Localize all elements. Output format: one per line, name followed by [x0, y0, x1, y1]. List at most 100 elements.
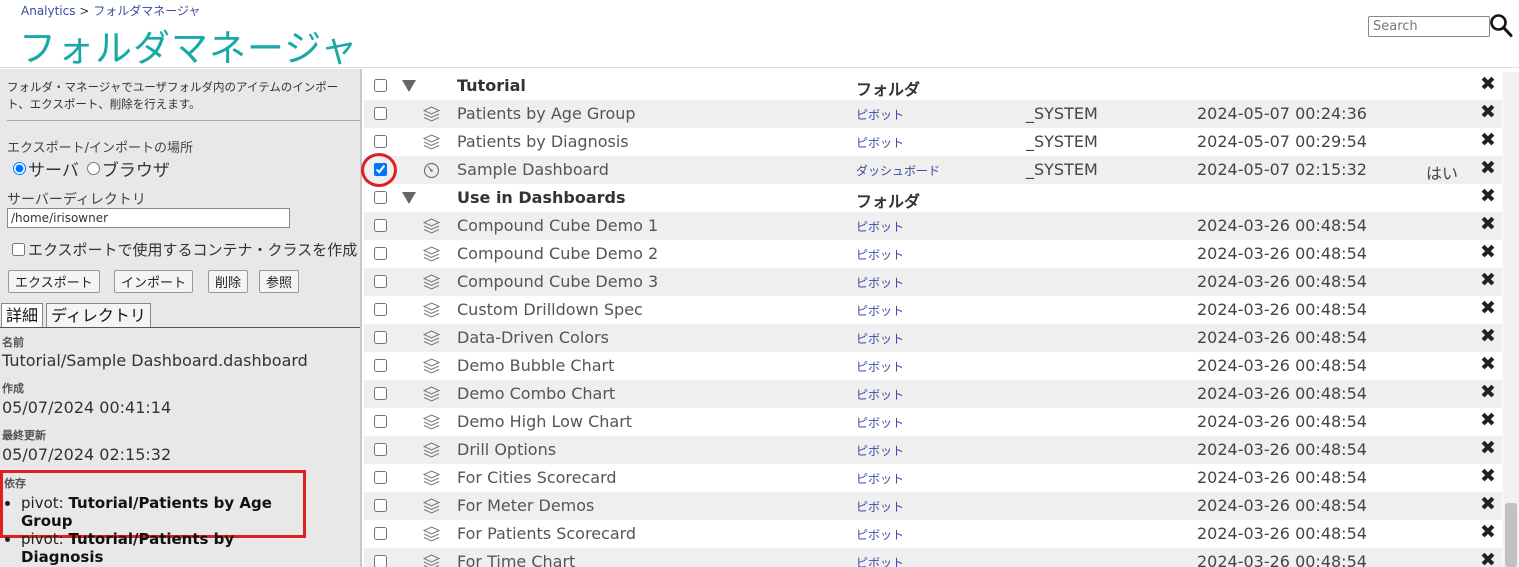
- row-checkbox[interactable]: [374, 415, 387, 428]
- tab-details[interactable]: 詳細: [1, 303, 44, 327]
- scrollbar-thumb[interactable]: [1505, 503, 1517, 567]
- radio-server[interactable]: [13, 162, 26, 175]
- item-name[interactable]: Sample Dashboard: [457, 160, 609, 179]
- item-name[interactable]: Patients by Age Group: [457, 104, 636, 123]
- breadcrumb-analytics-link[interactable]: Analytics: [21, 4, 76, 18]
- close-icon[interactable]: ✖: [1480, 521, 1496, 543]
- item-name[interactable]: Demo High Low Chart: [457, 412, 632, 431]
- item-row[interactable]: Demo Combo Chart ピボット 2024-03-26 00:48:54 ✖: [364, 380, 1502, 408]
- folder-row[interactable]: Use in Dashboards フォルダ ✖: [364, 184, 1502, 212]
- item-row[interactable]: Patients by Age Group ピボット _SYSTEM 2024-05-…: [364, 100, 1502, 128]
- row-checkbox[interactable]: [374, 471, 387, 484]
- item-name[interactable]: Compound Cube Demo 2: [457, 244, 658, 263]
- item-name[interactable]: Patients by Diagnosis: [457, 132, 629, 151]
- row-checkbox[interactable]: [374, 247, 387, 260]
- close-icon[interactable]: ✖: [1480, 381, 1496, 403]
- cube-stack-icon: [422, 470, 441, 486]
- tab-directory[interactable]: ディレクトリ: [46, 303, 151, 327]
- row-checkbox[interactable]: [374, 499, 387, 512]
- close-icon[interactable]: ✖: [1480, 493, 1496, 515]
- close-icon[interactable]: ✖: [1480, 437, 1496, 459]
- item-name[interactable]: Custom Drilldown Spec: [457, 300, 643, 319]
- item-row[interactable]: Demo Bubble Chart ピボット 2024-03-26 00:48:54…: [364, 352, 1502, 380]
- row-checkbox[interactable]: [374, 555, 387, 567]
- close-icon[interactable]: ✖: [1480, 549, 1496, 567]
- row-checkbox[interactable]: [374, 191, 387, 204]
- row-checkbox[interactable]: [374, 163, 387, 176]
- radio-server-label: サーバ: [28, 161, 79, 181]
- item-name[interactable]: Demo Bubble Chart: [457, 356, 614, 375]
- item-name[interactable]: Tutorial: [457, 76, 526, 95]
- item-name[interactable]: Drill Options: [457, 440, 556, 459]
- import-button[interactable]: インポート: [114, 270, 194, 293]
- close-icon[interactable]: ✖: [1480, 241, 1496, 263]
- cube-stack-icon: [422, 386, 441, 402]
- row-checkbox[interactable]: [374, 443, 387, 456]
- close-icon[interactable]: ✖: [1480, 101, 1496, 123]
- item-name[interactable]: Demo Combo Chart: [457, 384, 615, 403]
- item-name[interactable]: Compound Cube Demo 1: [457, 216, 658, 235]
- expand-triangle-icon[interactable]: [402, 192, 416, 204]
- item-row[interactable]: Drill Options ピボット 2024-03-26 00:48:54 ✖: [364, 436, 1502, 464]
- item-row[interactable]: Patients by Diagnosis ピボット _SYSTEM 2024-05-…: [364, 128, 1502, 156]
- close-icon[interactable]: ✖: [1480, 213, 1496, 235]
- folder-row[interactable]: Tutorial フォルダ ✖: [364, 72, 1502, 100]
- browse-button[interactable]: 参照: [259, 270, 300, 293]
- item-name[interactable]: Data-Driven Colors: [457, 328, 609, 347]
- radio-browser[interactable]: [86, 162, 100, 175]
- search-icon[interactable]: [1489, 13, 1513, 39]
- row-checkbox[interactable]: [374, 387, 387, 400]
- dependencies-label: 依存: [4, 477, 26, 490]
- row-checkbox[interactable]: [374, 359, 387, 372]
- breadcrumb-folder-manager-link[interactable]: フォルダマネージャ: [93, 4, 200, 18]
- container-class-label: エクスポートで使用するコンテナ・クラスを作成: [28, 241, 358, 259]
- container-class-checkbox[interactable]: [12, 243, 25, 256]
- close-icon[interactable]: ✖: [1480, 73, 1496, 95]
- expand-triangle-icon[interactable]: [402, 80, 416, 92]
- server-dir-input[interactable]: [7, 208, 290, 228]
- item-type: ピボット: [856, 472, 905, 486]
- item-row[interactable]: Demo High Low Chart ピボット 2024-03-26 00:48:…: [364, 408, 1502, 436]
- item-date: 2024-03-26 00:48:54: [1197, 440, 1367, 459]
- item-name[interactable]: For Patients Scorecard: [457, 524, 636, 543]
- close-icon[interactable]: ✖: [1480, 465, 1496, 487]
- close-icon[interactable]: ✖: [1480, 353, 1496, 375]
- item-name[interactable]: For Time Chart: [457, 552, 575, 567]
- close-icon[interactable]: ✖: [1480, 185, 1496, 207]
- item-row[interactable]: Custom Drilldown Spec ピボット 2024-03-26 00:4…: [364, 296, 1502, 324]
- row-checkbox[interactable]: [374, 331, 387, 344]
- item-name[interactable]: For Meter Demos: [457, 496, 594, 515]
- scrollbar-track[interactable]: [1503, 72, 1519, 567]
- close-icon[interactable]: ✖: [1480, 157, 1496, 179]
- item-row[interactable]: For Cities Scorecard ピボット 2024-03-26 00:48…: [364, 464, 1502, 492]
- row-checkbox[interactable]: [374, 79, 387, 92]
- row-checkbox[interactable]: [374, 303, 387, 316]
- item-row[interactable]: For Meter Demos ピボット 2024-03-26 00:48:54 ✖: [364, 492, 1502, 520]
- row-checkbox[interactable]: [374, 219, 387, 232]
- item-name[interactable]: Use in Dashboards: [457, 188, 625, 207]
- row-checkbox[interactable]: [374, 527, 387, 540]
- row-checkbox[interactable]: [374, 135, 387, 148]
- item-name[interactable]: Compound Cube Demo 3: [457, 272, 658, 291]
- item-row[interactable]: Data-Driven Colors ピボット 2024-03-26 00:48:5…: [364, 324, 1502, 352]
- item-type: ピボット: [856, 136, 905, 150]
- item-name[interactable]: For Cities Scorecard: [457, 468, 617, 487]
- delete-button[interactable]: 削除: [208, 270, 249, 293]
- close-icon[interactable]: ✖: [1480, 129, 1496, 151]
- export-button[interactable]: エクスポート: [8, 270, 100, 293]
- item-date: 2024-03-26 00:48:54: [1197, 356, 1367, 375]
- search-input[interactable]: [1368, 16, 1490, 37]
- item-row[interactable]: For Patients Scorecard ピボット 2024-03-26 00:…: [364, 520, 1502, 548]
- row-checkbox[interactable]: [374, 107, 387, 120]
- close-icon[interactable]: ✖: [1480, 325, 1496, 347]
- item-row[interactable]: For Time Chart ピボット 2024-03-26 00:48:54 ✖: [364, 548, 1502, 567]
- item-row[interactable]: Compound Cube Demo 1 ピボット 2024-03-26 00:48…: [364, 212, 1502, 240]
- item-row[interactable]: Sample Dashboard ダッシュボード _SYSTEM 2024-05-07…: [364, 156, 1502, 184]
- item-type: ピボット: [856, 332, 905, 346]
- item-row[interactable]: Compound Cube Demo 3 ピボット 2024-03-26 00:48…: [364, 268, 1502, 296]
- item-row[interactable]: Compound Cube Demo 2 ピボット 2024-03-26 00:48…: [364, 240, 1502, 268]
- row-checkbox[interactable]: [374, 275, 387, 288]
- close-icon[interactable]: ✖: [1480, 409, 1496, 431]
- close-icon[interactable]: ✖: [1480, 297, 1496, 319]
- close-icon[interactable]: ✖: [1480, 269, 1496, 291]
